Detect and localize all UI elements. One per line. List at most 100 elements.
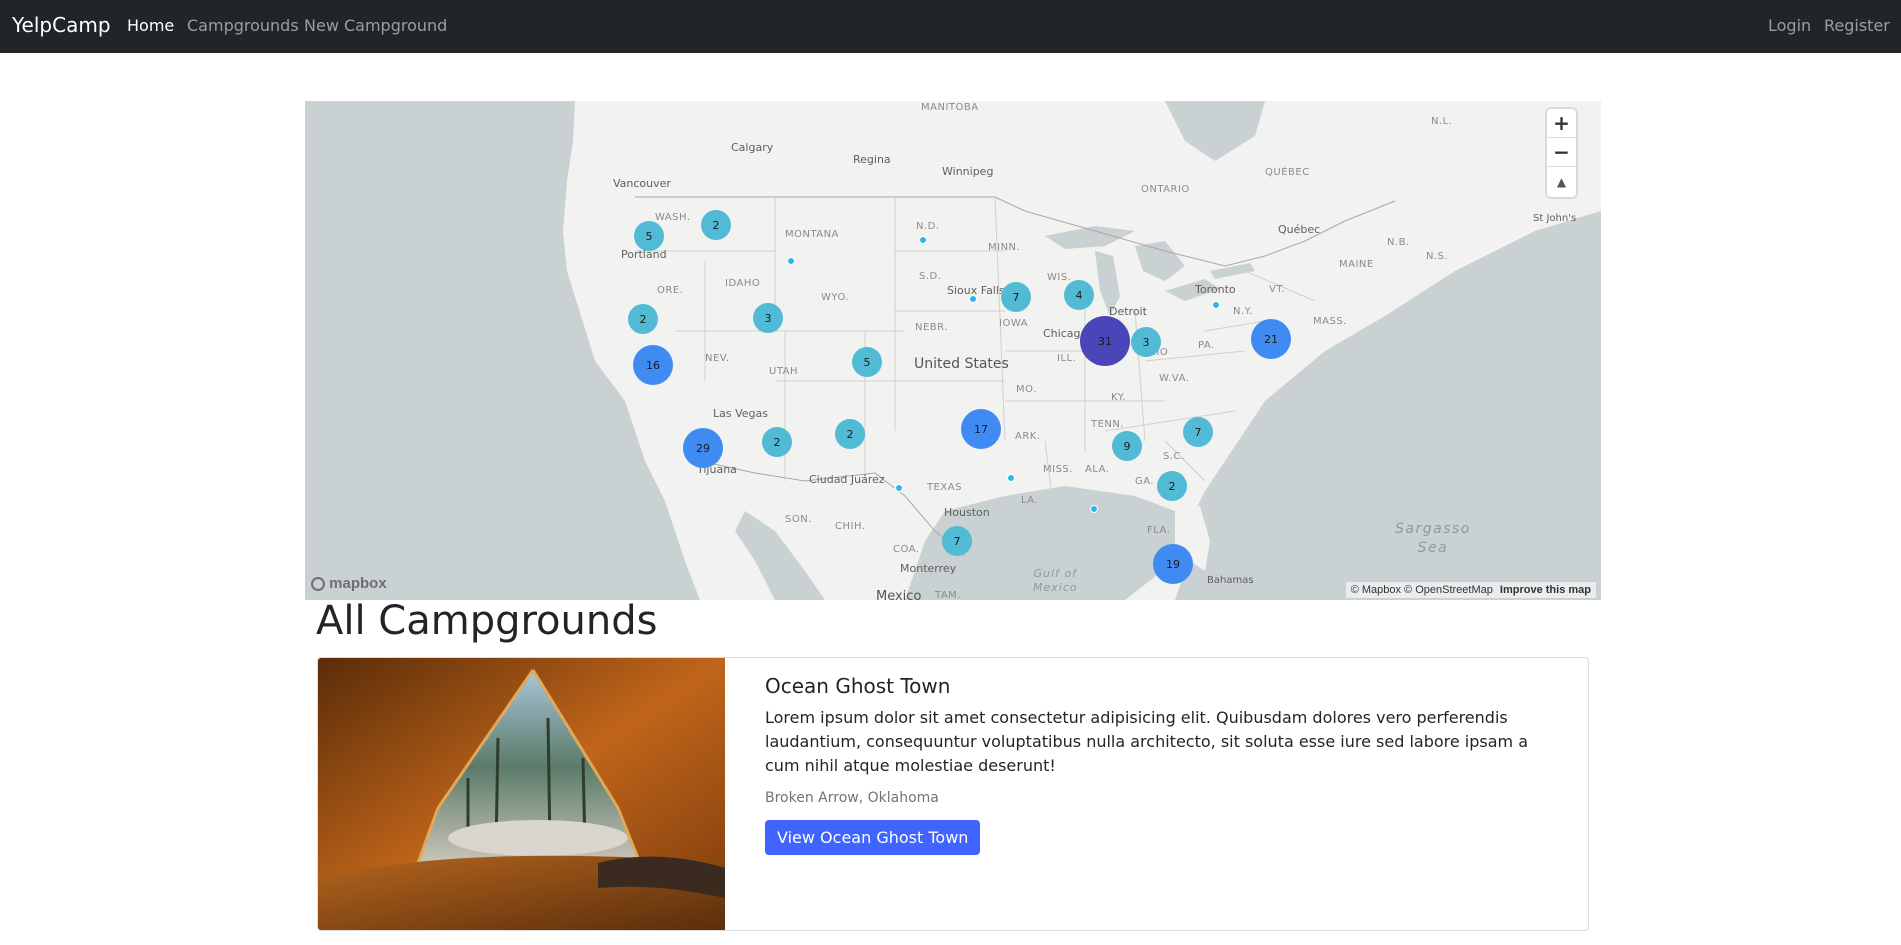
cluster-marker[interactable]: 9 bbox=[1112, 431, 1142, 461]
map-label-ala: ALA. bbox=[1085, 464, 1110, 475]
map-label-nl: N.L. bbox=[1431, 116, 1453, 127]
map-label-vancouver: Vancouver bbox=[613, 177, 671, 190]
cluster-marker[interactable]: 5 bbox=[634, 221, 664, 251]
map-label-bahamas: Bahamas bbox=[1207, 575, 1254, 586]
map-label-gulf-of-mexico: Gulf of Mexico bbox=[1033, 567, 1078, 594]
nav-campgrounds-link[interactable]: Campgrounds bbox=[187, 16, 299, 35]
zoom-in-button[interactable]: + bbox=[1547, 109, 1576, 138]
map-label-las-vegas: Las Vegas bbox=[713, 407, 768, 420]
brand-link[interactable]: YelpCamp bbox=[12, 13, 111, 37]
map-label-ark: ARK. bbox=[1015, 431, 1041, 442]
cluster-marker[interactable]: 2 bbox=[628, 304, 658, 334]
map-label-idaho: IDAHO bbox=[725, 278, 761, 289]
campground-point[interactable] bbox=[1007, 474, 1015, 482]
campground-card: Ocean Ghost Town Lorem ipsum dolor sit a… bbox=[317, 657, 1589, 931]
map-label-toronto: Toronto bbox=[1195, 283, 1236, 296]
map-label-quebec-city: Québec bbox=[1278, 223, 1321, 236]
zoom-out-button[interactable]: − bbox=[1547, 138, 1576, 167]
cluster-marker[interactable]: 4 bbox=[1064, 280, 1094, 310]
map-label-ore: ORE. bbox=[657, 285, 684, 296]
campground-point[interactable] bbox=[895, 484, 903, 492]
cluster-marker[interactable]: 7 bbox=[1001, 282, 1031, 312]
cluster-marker[interactable]: 3 bbox=[1131, 327, 1161, 357]
campground-point[interactable] bbox=[1212, 301, 1220, 309]
map-label-pa: PA. bbox=[1198, 340, 1215, 351]
cluster-marker[interactable]: 19 bbox=[1153, 544, 1193, 584]
map-label-sargasso-sea: Sargasso Sea bbox=[1395, 521, 1471, 556]
cluster-marker[interactable]: 17 bbox=[961, 409, 1001, 449]
page-title: All Campgrounds bbox=[316, 598, 658, 644]
cluster-marker[interactable]: 2 bbox=[1157, 471, 1187, 501]
map-label-iowa: IOWA bbox=[999, 318, 1029, 329]
map-label-sd: S.D. bbox=[919, 271, 942, 282]
campground-point[interactable] bbox=[787, 257, 795, 265]
nav-home-link[interactable]: Home bbox=[127, 16, 174, 35]
map-label-sc: S.C. bbox=[1163, 451, 1185, 462]
map-label-la: LA. bbox=[1021, 495, 1039, 506]
map-label-utah: UTAH bbox=[769, 366, 799, 377]
map-navigation-control: + − ▲ bbox=[1547, 109, 1576, 197]
map-label-fla: FLA. bbox=[1147, 525, 1171, 536]
map-label-mass: MASS. bbox=[1313, 316, 1347, 327]
card-body: Ocean Ghost Town Lorem ipsum dolor sit a… bbox=[765, 674, 1565, 855]
map-label-miss: MISS. bbox=[1043, 464, 1073, 475]
campground-image bbox=[318, 658, 725, 930]
map-label-regina: Regina bbox=[853, 153, 891, 166]
map-label-wyo: WYO. bbox=[821, 292, 850, 303]
map-label-ciudad-juarez: Ciudad Juárez bbox=[809, 473, 885, 486]
map-label-mexico: Mexico bbox=[876, 589, 922, 600]
map-label-minn: MINN. bbox=[988, 242, 1021, 253]
map-label-ny: N.Y. bbox=[1233, 306, 1253, 317]
map-label-calgary: Calgary bbox=[731, 141, 774, 154]
cluster-marker[interactable]: 21 bbox=[1251, 319, 1291, 359]
cluster-marker[interactable]: 16 bbox=[633, 345, 673, 385]
cluster-map[interactable]: MANITOBA ONTARIO QUÉBEC N.L. Calgary Reg… bbox=[305, 101, 1601, 600]
map-label-nev: NEV. bbox=[705, 353, 730, 364]
map-label-montana: MONTANA bbox=[785, 229, 839, 240]
compass-icon[interactable]: ▲ bbox=[1547, 167, 1576, 196]
map-attribution: © Mapbox © OpenStreetMap Improve this ma… bbox=[1345, 582, 1596, 598]
map-label-mo: MO. bbox=[1016, 384, 1037, 395]
cluster-marker[interactable]: 31 bbox=[1080, 316, 1130, 366]
map-label-nb: N.B. bbox=[1387, 237, 1410, 248]
view-campground-button[interactable]: View Ocean Ghost Town bbox=[765, 820, 981, 855]
map-label-maine: MAINE bbox=[1339, 259, 1374, 270]
cluster-marker[interactable]: 3 bbox=[753, 303, 783, 333]
cluster-marker[interactable]: 5 bbox=[852, 347, 882, 377]
cluster-marker[interactable]: 2 bbox=[701, 210, 731, 240]
map-label-manitoba: MANITOBA bbox=[921, 102, 979, 113]
map-label-ns: N.S. bbox=[1426, 251, 1449, 262]
map-label-tenn: TENN. bbox=[1091, 419, 1125, 430]
map-label-houston: Houston bbox=[944, 506, 990, 519]
campground-description: Lorem ipsum dolor sit amet consectetur a… bbox=[765, 708, 1529, 775]
campground-point[interactable] bbox=[1090, 505, 1098, 513]
map-label-ky: KY. bbox=[1111, 392, 1126, 403]
map-label-wva: W.VA. bbox=[1159, 373, 1190, 384]
cluster-marker[interactable]: 2 bbox=[762, 427, 792, 457]
campground-title: Ocean Ghost Town bbox=[765, 674, 951, 698]
map-label-ontario: ONTARIO bbox=[1141, 184, 1190, 195]
mapbox-logo-text: mapbox bbox=[329, 575, 387, 592]
map-label-wash: WASH. bbox=[655, 212, 691, 223]
map-label-quebec-province: QUÉBEC bbox=[1265, 167, 1310, 178]
map-label-st-johns: St John's bbox=[1533, 213, 1577, 224]
nav-new-campground-link[interactable]: New Campground bbox=[304, 16, 447, 35]
nav-register-link[interactable]: Register bbox=[1824, 16, 1890, 35]
improve-map-link[interactable]: Improve this map bbox=[1500, 584, 1591, 596]
map-label-vt: VT. bbox=[1269, 284, 1286, 295]
attribution-text[interactable]: © Mapbox © OpenStreetMap bbox=[1351, 584, 1493, 596]
cluster-marker[interactable]: 7 bbox=[942, 526, 972, 556]
map-label-winnipeg: Winnipeg bbox=[942, 165, 994, 178]
campground-point[interactable] bbox=[919, 236, 927, 244]
map-label-wis: WIS. bbox=[1047, 272, 1072, 283]
map-label-texas: TEXAS bbox=[927, 482, 962, 493]
map-label-ill: ILL. bbox=[1057, 353, 1077, 364]
mapbox-logo[interactable]: mapbox bbox=[311, 575, 387, 592]
nav-login-link[interactable]: Login bbox=[1768, 16, 1811, 35]
campground-point[interactable] bbox=[969, 295, 977, 303]
map-label-chih: CHIH. bbox=[835, 521, 866, 532]
cluster-marker[interactable]: 7 bbox=[1183, 417, 1213, 447]
map-label-detroit: Detroit bbox=[1109, 305, 1147, 318]
cluster-marker[interactable]: 29 bbox=[683, 428, 723, 468]
cluster-marker[interactable]: 2 bbox=[835, 419, 865, 449]
